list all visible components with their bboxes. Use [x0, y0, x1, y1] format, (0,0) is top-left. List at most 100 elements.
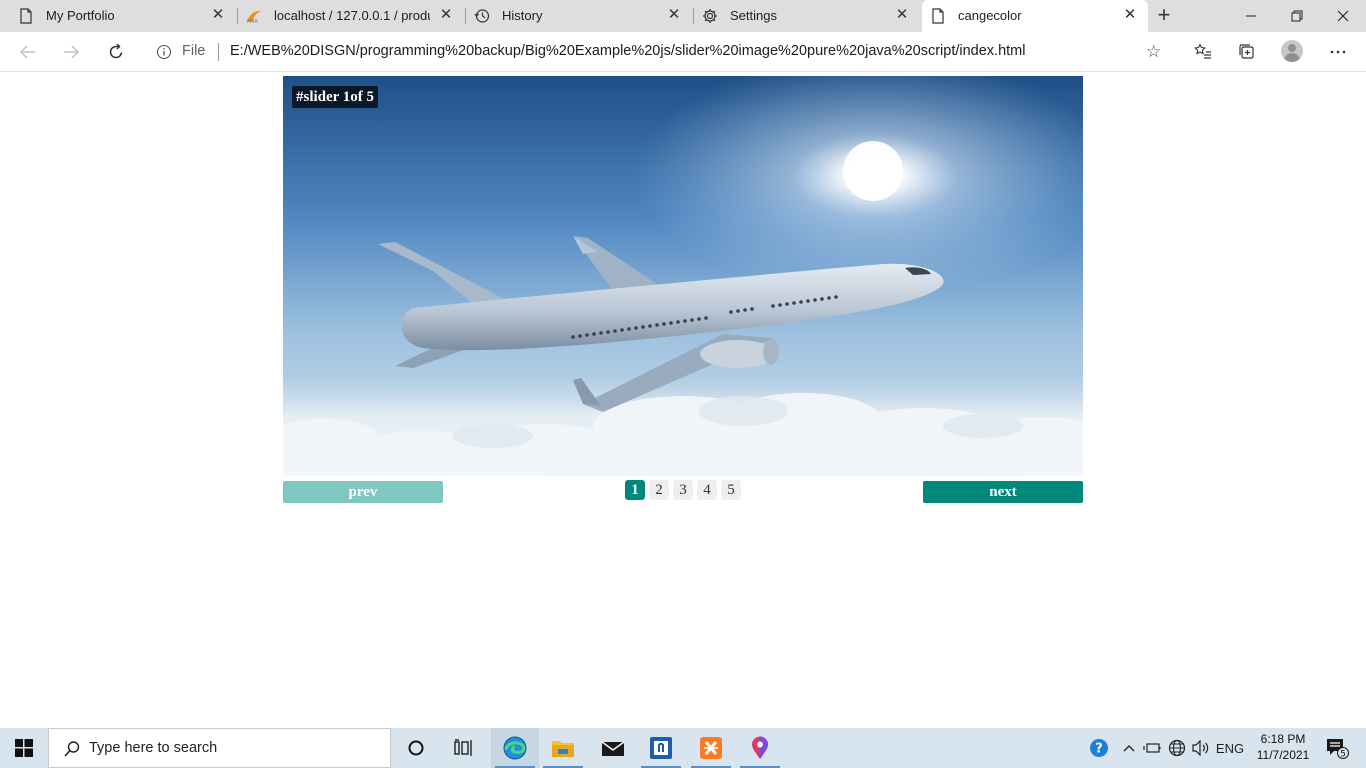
- close-icon[interactable]: ✕: [666, 7, 682, 23]
- airplane-image: [283, 76, 1083, 476]
- windows-logo-icon: [15, 739, 33, 757]
- settings-more-button[interactable]: [1326, 41, 1350, 63]
- battery-tray-button[interactable]: [1142, 728, 1162, 768]
- refresh-icon: [109, 43, 123, 59]
- new-tab-button[interactable]: +: [1152, 4, 1176, 28]
- close-icon[interactable]: ✕: [894, 7, 910, 23]
- tab-strip: My Portfolio ✕ PMA localhost / 127.0.0.1…: [0, 0, 1366, 32]
- svg-text:?: ?: [1095, 742, 1103, 757]
- tab-cangecolor[interactable]: cangecolor ✕: [922, 0, 1148, 32]
- page-dot-3[interactable]: 3: [673, 480, 693, 500]
- favorites-list-icon: [1194, 43, 1211, 59]
- cortana-circle-icon: [408, 740, 424, 756]
- favorites-button[interactable]: [1191, 41, 1215, 63]
- slide-counter: #slider 1of 5: [292, 86, 379, 108]
- tab-label: History: [502, 8, 543, 23]
- address-bar[interactable]: File E:/WEB%20DISGN/programming%20backup…: [146, 37, 1176, 67]
- close-icon[interactable]: ✕: [210, 7, 226, 23]
- arrow-left-icon: [19, 45, 35, 59]
- tab-label: cangecolor: [958, 8, 1022, 23]
- tab-label: localhost / 127.0.0.1 / product: [274, 8, 430, 23]
- cortana-button[interactable]: [392, 728, 440, 768]
- prev-button[interactable]: prev: [283, 481, 443, 503]
- globe-network-icon: [1168, 739, 1186, 757]
- mail-icon: [601, 741, 625, 756]
- help-tray-button[interactable]: ?: [1087, 728, 1111, 768]
- network-tray-button[interactable]: [1166, 728, 1188, 768]
- arrow-right-icon: [64, 45, 80, 59]
- taskbar-app-editor[interactable]: [637, 728, 685, 768]
- tab-label: Settings: [730, 8, 777, 23]
- collections-icon: [1239, 44, 1254, 59]
- address-url[interactable]: E:/WEB%20DISGN/programming%20backup/Big%…: [230, 43, 1025, 59]
- close-icon[interactable]: ✕: [438, 7, 454, 23]
- close-icon[interactable]: ✕: [1122, 7, 1138, 23]
- windows-taskbar: Type here to search ? ENG 6:18 PM 11/7/2…: [0, 728, 1366, 768]
- volume-tray-button[interactable]: [1190, 728, 1212, 768]
- chevron-up-icon: [1123, 745, 1135, 752]
- minimize-icon: [1246, 15, 1256, 17]
- xampp-icon: [700, 737, 722, 759]
- info-icon[interactable]: [156, 44, 172, 60]
- taskbar-app-maps[interactable]: [736, 728, 784, 768]
- taskbar-app-file-explorer[interactable]: [539, 728, 587, 768]
- slider-image: [283, 76, 1083, 476]
- forward-button[interactable]: [57, 38, 85, 66]
- collections-button[interactable]: [1235, 41, 1259, 63]
- taskbar-clock[interactable]: 6:18 PM 11/7/2021: [1252, 731, 1314, 765]
- search-placeholder: Type here to search: [89, 740, 218, 756]
- tab-my-portfolio[interactable]: My Portfolio ✕: [10, 0, 236, 32]
- action-center-button[interactable]: 5: [1320, 728, 1354, 768]
- search-icon: [64, 741, 80, 757]
- tab-label: My Portfolio: [46, 8, 115, 23]
- browser-toolbar: File E:/WEB%20DISGN/programming%20backup…: [0, 32, 1366, 72]
- editor-app-icon: [650, 737, 672, 759]
- show-hidden-icons-button[interactable]: [1120, 728, 1138, 768]
- page-dot-1[interactable]: 1: [625, 480, 645, 500]
- tab-phpmyadmin[interactable]: PMA localhost / 127.0.0.1 / product ✕: [238, 0, 464, 32]
- slide-pagination: 1 2 3 4 5: [625, 480, 741, 500]
- restore-icon: [1291, 10, 1303, 22]
- address-scheme-label: File: [182, 43, 206, 59]
- refresh-button[interactable]: [102, 38, 130, 66]
- battery-plug-icon: [1143, 743, 1161, 753]
- speaker-icon: [1192, 740, 1209, 756]
- back-button[interactable]: [14, 38, 42, 66]
- help-question-icon: ?: [1090, 739, 1108, 757]
- minimize-button[interactable]: [1228, 0, 1274, 32]
- folder-icon: [552, 741, 574, 757]
- task-view-icon: [454, 739, 472, 756]
- clock-time: 6:18 PM: [1260, 732, 1306, 746]
- taskbar-app-edge[interactable]: [491, 728, 539, 768]
- page-dot-4[interactable]: 4: [697, 480, 717, 500]
- close-window-button[interactable]: [1320, 0, 1366, 32]
- svg-text:PMA: PMA: [247, 19, 258, 24]
- start-button[interactable]: [0, 728, 48, 768]
- profile-avatar[interactable]: [1281, 40, 1303, 62]
- notification-icon: 5: [1327, 739, 1349, 760]
- input-language-button[interactable]: ENG: [1214, 728, 1246, 768]
- address-divider: [218, 43, 219, 61]
- history-icon: [474, 9, 490, 23]
- taskbar-app-xampp[interactable]: [687, 728, 735, 768]
- gear-icon: [703, 9, 717, 23]
- favorite-star-icon[interactable]: ☆: [1146, 43, 1164, 61]
- page-dot-2[interactable]: 2: [649, 480, 669, 500]
- close-icon: [1337, 10, 1349, 22]
- restore-button[interactable]: [1274, 0, 1320, 32]
- page-dot-5[interactable]: 5: [721, 480, 741, 500]
- notification-count: 5: [1340, 750, 1346, 760]
- map-pin-icon: [752, 736, 768, 759]
- phpmyadmin-icon: PMA: [247, 10, 261, 24]
- next-button[interactable]: next: [923, 481, 1083, 503]
- edge-icon: [503, 736, 527, 760]
- taskbar-search-box[interactable]: Type here to search: [48, 728, 391, 768]
- page-icon: [932, 8, 944, 24]
- taskbar-app-mail[interactable]: [589, 728, 637, 768]
- task-view-button[interactable]: [440, 728, 488, 768]
- tab-settings[interactable]: Settings ✕: [694, 0, 920, 32]
- tab-history[interactable]: History ✕: [466, 0, 692, 32]
- clock-date: 11/7/2021: [1256, 748, 1310, 762]
- more-dots-icon: [1330, 50, 1346, 54]
- page-icon: [20, 8, 32, 24]
